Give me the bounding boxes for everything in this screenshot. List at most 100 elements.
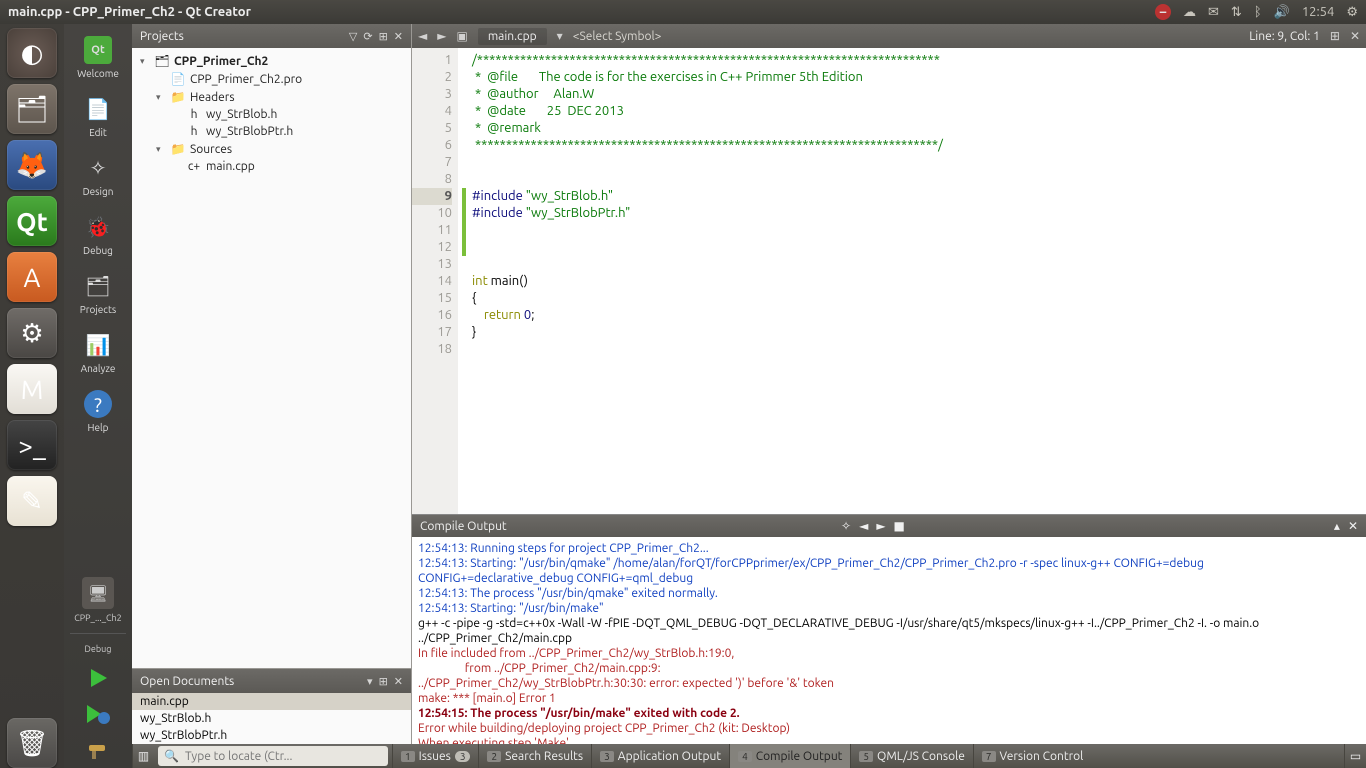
noentry-icon[interactable]: – [1155,4,1171,20]
symbol-selector[interactable]: <Select Symbol> [573,30,662,43]
desktop-icon: 🖥 [82,577,114,609]
projects-icon: 🗂 [84,272,112,300]
locator-input[interactable] [185,750,382,763]
opendocs-close-icon[interactable]: ✕ [394,675,403,688]
system-menubar: main.cpp - CPP_Primer_Ch2 - Qt Creator –… [0,0,1366,24]
cursor-position: Line: 9, Col: 1 [1249,30,1320,43]
editor-toolbar: ◄ ► ▣ main.cpp ▾ <Select Symbol> Line: 9… [412,24,1366,48]
opendocs-title: Open Documents [140,675,361,688]
launcher-dash[interactable]: ◐ [7,28,57,78]
open-doc-item[interactable]: wy_StrBlob.h [132,710,411,727]
volume-icon[interactable]: 🔊 [1274,5,1290,20]
tree-node[interactable]: ▾📁Headers [132,88,411,106]
window-title: main.cpp - CPP_Primer_Ch2 - Qt Creator [8,5,1155,19]
output-prev-icon[interactable]: ◄ [859,519,868,533]
mode-design[interactable]: ✧Design [66,146,130,205]
edit-icon: 📄 [84,95,112,123]
toggle-sidebar-icon[interactable]: ▥ [132,744,154,768]
qtcreator-window: QtWelcome 📄Edit ✧Design 🐞Debug 🗂Projects… [64,24,1366,768]
mode-help[interactable]: ?Help [66,382,130,441]
bookmark-icon[interactable]: ▣ [456,29,467,43]
editor-split-icon[interactable]: ⊞ [1330,29,1340,43]
filter-icon[interactable]: ▽ [349,30,357,43]
tree-node[interactable]: ▾📁Sources [132,140,411,158]
side-panel: Projects ▽ ⟳ ⊞ ✕ ▾🗂CPP_Primer_Ch2📄CPP_Pr… [132,24,412,744]
project-tree[interactable]: ▾🗂CPP_Primer_Ch2📄CPP_Primer_Ch2.pro▾📁Hea… [132,48,411,668]
mode-debug[interactable]: 🐞Debug [66,205,130,264]
sync-icon[interactable]: ⟳ [363,30,372,43]
bluetooth-icon[interactable]: ᛒ [1254,5,1262,19]
design-icon: ✧ [84,154,112,182]
run-button[interactable] [80,664,116,692]
status-tab-qml-js-console[interactable]: 5QML/JS Console [850,744,973,768]
locator[interactable]: 🔍 [158,746,388,766]
launcher-texteditor[interactable]: ✎ [7,476,57,526]
launcher-qtcreator[interactable]: Qt [7,196,57,246]
toggle-output-icon[interactable]: ▭ [1344,744,1366,768]
launcher-files[interactable]: 🗂 [7,84,57,134]
network-icon[interactable]: ⇅ [1231,5,1242,20]
debug-icon: 🐞 [84,213,112,241]
tree-node[interactable]: c+main.cpp [132,158,411,175]
opendocs-split-icon[interactable]: ⊞ [379,675,388,688]
line-gutter[interactable]: 123456789101112131415161718 [412,48,458,514]
launcher-settings[interactable]: ⚙ [7,308,57,358]
launcher-terminal[interactable]: >_ [7,420,57,470]
close-panel-icon[interactable]: ✕ [394,30,403,43]
mode-welcome[interactable]: QtWelcome [66,28,130,87]
status-tab-compile-output[interactable]: 4Compile Output [729,744,850,768]
editor-filename[interactable]: main.cpp [478,28,547,45]
output-stop-icon[interactable]: ■ [894,519,905,533]
launcher-firefox[interactable]: 🦊 [7,140,57,190]
tree-node[interactable]: hwy_StrBlobPtr.h [132,123,411,140]
output-header: Compile Output ✧ ◄ ► ■ ▴ ✕ [412,515,1366,537]
code-editor[interactable]: 123456789101112131415161718 /***********… [412,48,1366,514]
opendocs-header: Open Documents ▾ ⊞ ✕ [132,669,411,693]
file-dropdown-icon[interactable]: ▾ [557,29,563,43]
tree-node[interactable]: ▾🗂CPP_Primer_Ch2 [132,52,411,70]
mode-projects[interactable]: 🗂Projects [66,264,130,323]
status-bar: ▥ 🔍 1Issues32Search Results3Application … [132,744,1366,768]
status-tab-version-control[interactable]: 7Version Control [973,744,1091,768]
kit-selector[interactable]: 🖥 CPP_..._Ch2 Debug [70,571,126,660]
status-tab-issues[interactable]: 1Issues3 [392,744,478,768]
launcher-mail[interactable]: M [7,364,57,414]
qt-icon: Qt [84,36,112,64]
output-clear-icon[interactable]: ✧ [841,519,851,533]
editor-close-icon[interactable]: ✕ [1350,29,1360,43]
output-close-icon[interactable]: ✕ [1348,519,1358,533]
open-doc-item[interactable]: main.cpp [132,693,411,710]
status-tab-search-results[interactable]: 2Search Results [478,744,591,768]
open-doc-item[interactable]: wy_StrBlobPtr.h [132,727,411,744]
launcher-software[interactable]: A [7,252,57,302]
output-minmax-icon[interactable]: ▴ [1334,519,1340,533]
system-tray: – ☁ ✉ ⇅ ᛒ 🔊 12:54 ⚙ [1155,4,1358,20]
tree-node[interactable]: 📄CPP_Primer_Ch2.pro [132,70,411,88]
mail-icon[interactable]: ✉ [1208,5,1219,20]
cloud-icon[interactable]: ☁ [1183,5,1196,20]
gear-icon[interactable]: ⚙ [1346,5,1358,20]
launcher-trash[interactable]: 🗑 [7,718,57,768]
debug-run-button[interactable] [80,700,116,728]
projects-panel-header: Projects ▽ ⟳ ⊞ ✕ [132,24,411,48]
output-title: Compile Output [420,520,833,533]
open-documents-panel: Open Documents ▾ ⊞ ✕ main.cppwy_StrBlob.… [132,668,411,744]
editor-area: ◄ ► ▣ main.cpp ▾ <Select Symbol> Line: 9… [412,24,1366,744]
output-text[interactable]: 12:54:13: Running steps for project CPP_… [412,537,1366,744]
output-next-icon[interactable]: ► [876,519,885,533]
split-icon[interactable]: ⊞ [379,30,388,43]
mode-analyze[interactable]: 📊Analyze [66,323,130,382]
output-pane: Compile Output ✧ ◄ ► ■ ▴ ✕ 12:54:13: Run… [412,514,1366,744]
mode-edit[interactable]: 📄Edit [66,87,130,146]
analyze-icon: 📊 [84,331,112,359]
nav-back-icon[interactable]: ◄ [418,29,427,43]
clock[interactable]: 12:54 [1302,5,1335,19]
tree-node[interactable]: hwy_StrBlob.h [132,106,411,123]
build-button[interactable] [80,736,116,764]
status-tab-application-output[interactable]: 3Application Output [591,744,729,768]
nav-fwd-icon[interactable]: ► [437,29,446,43]
opendocs-menu-icon[interactable]: ▾ [367,675,373,688]
unity-launcher: ◐ 🗂 🦊 Qt A ⚙ M >_ ✎ 🗑 [0,0,64,768]
code-content[interactable]: /***************************************… [458,48,1366,362]
open-documents-list[interactable]: main.cppwy_StrBlob.hwy_StrBlobPtr.h [132,693,411,744]
